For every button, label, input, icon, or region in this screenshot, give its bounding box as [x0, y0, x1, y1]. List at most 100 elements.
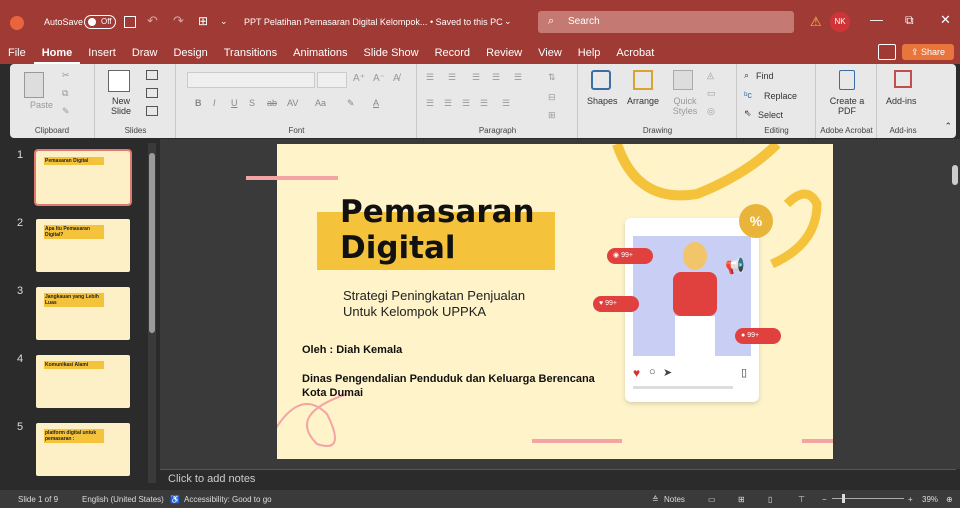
scroll-thumb[interactable]: [149, 153, 155, 333]
replace-icon[interactable]: ᵇc: [744, 90, 752, 100]
shapes-button[interactable]: Shapes: [587, 96, 618, 106]
author-text[interactable]: Oleh : Diah Kemala: [302, 344, 402, 356]
tab-design[interactable]: Design: [165, 44, 215, 64]
addins-icon[interactable]: [894, 70, 912, 88]
bold-button[interactable]: B: [195, 98, 202, 108]
highlight-icon[interactable]: ✎: [347, 98, 355, 109]
slide-thumbnail[interactable]: Jangkauan yang Lebih Luas: [36, 287, 130, 340]
restore-icon[interactable]: ⧉: [905, 13, 914, 28]
numbering-icon[interactable]: ☰: [448, 72, 456, 83]
smartart-icon[interactable]: ⊞: [548, 110, 556, 121]
copy-icon[interactable]: ⧉: [62, 88, 68, 99]
format-painter-icon[interactable]: ✎: [62, 106, 70, 117]
collapse-ribbon-icon[interactable]: ⌃: [944, 121, 952, 132]
find-icon[interactable]: ⌕: [744, 70, 749, 81]
clear-format-icon[interactable]: A̸: [393, 73, 400, 84]
pdf-icon[interactable]: [839, 70, 855, 90]
tab-draw[interactable]: Draw: [124, 44, 166, 64]
language[interactable]: English (United States): [82, 495, 164, 504]
paste-icon[interactable]: [24, 72, 44, 98]
slide-thumbnail[interactable]: platform digital untuk pemasaran :: [36, 423, 130, 476]
section-icon[interactable]: [146, 106, 158, 116]
align-left-icon[interactable]: ☰: [426, 98, 434, 109]
line-spacing-icon[interactable]: ☰: [514, 72, 522, 83]
slide-thumbnail[interactable]: Pemasaran Digital: [34, 149, 132, 206]
zoom-slider[interactable]: [832, 494, 904, 503]
slideshow-icon[interactable]: ⊤: [798, 495, 805, 504]
search-box[interactable]: ⌕ Search: [538, 11, 794, 33]
quick-styles-button[interactable]: Quick Styles: [667, 96, 703, 116]
tab-insert[interactable]: Insert: [80, 44, 124, 64]
minimize-icon[interactable]: —: [870, 12, 883, 27]
warning-icon[interactable]: ⚠: [810, 14, 822, 30]
tab-animations[interactable]: Animations: [285, 44, 355, 64]
accessibility-status[interactable]: Accessibility: Good to go: [184, 495, 272, 504]
decrease-font-icon[interactable]: A⁻: [373, 73, 385, 84]
slide-thumbnail[interactable]: Komunikasi Alami: [36, 355, 130, 408]
avatar[interactable]: NK: [830, 12, 850, 32]
canvas-scroll-thumb[interactable]: [952, 165, 958, 185]
canvas-scrollbar[interactable]: [950, 139, 960, 469]
comments-icon[interactable]: [878, 44, 896, 60]
case-button[interactable]: Aa: [315, 98, 326, 108]
font-size-select[interactable]: [317, 72, 347, 88]
share-button[interactable]: ⇪ Share: [902, 44, 954, 60]
reading-view-icon[interactable]: ▯: [768, 495, 772, 504]
new-slide-button[interactable]: New Slide: [106, 96, 136, 116]
tab-help[interactable]: Help: [570, 44, 609, 64]
cut-icon[interactable]: ✂: [62, 70, 70, 81]
shadow-button[interactable]: ab: [267, 98, 277, 108]
align-text-icon[interactable]: ⊟: [548, 92, 556, 103]
tab-transitions[interactable]: Transitions: [216, 44, 285, 64]
thumbnail-scrollbar[interactable]: [148, 143, 156, 483]
slide-title[interactable]: Pemasaran Digital: [340, 194, 535, 266]
slide-thumbnail[interactable]: Apa Itu Pemasaran Digital?: [36, 219, 130, 272]
zoom-out-icon[interactable]: −: [822, 495, 827, 504]
bullets-icon[interactable]: ☰: [426, 72, 434, 83]
slide-sorter-icon[interactable]: ⊞: [738, 495, 745, 504]
undo-icon[interactable]: ↶: [147, 13, 158, 29]
italic-button[interactable]: I: [213, 98, 216, 108]
autosave-toggle[interactable]: Off: [84, 15, 116, 29]
underline-button[interactable]: U: [231, 98, 238, 108]
notes-input[interactable]: Click to add notes: [160, 469, 956, 490]
tab-acrobat[interactable]: Acrobat: [608, 44, 662, 64]
tab-file[interactable]: File: [0, 44, 34, 64]
normal-view-icon[interactable]: ▭: [708, 495, 716, 504]
align-right-icon[interactable]: ☰: [462, 98, 470, 109]
tab-slide-show[interactable]: Slide Show: [356, 44, 427, 64]
shape-effects-icon[interactable]: ◎: [707, 106, 715, 117]
save-status[interactable]: • Saved to this PC: [430, 17, 503, 27]
select-button[interactable]: Select: [758, 110, 783, 120]
save-icon[interactable]: [124, 16, 136, 28]
justify-icon[interactable]: ☰: [480, 98, 488, 109]
current-slide[interactable]: Pemasaran Digital Strategi Peningkatan P…: [277, 144, 833, 459]
close-icon[interactable]: ✕: [940, 12, 951, 28]
tab-view[interactable]: View: [530, 44, 570, 64]
increase-font-icon[interactable]: A⁺: [353, 73, 365, 84]
reset-icon[interactable]: [146, 88, 158, 98]
redo-icon[interactable]: ↷: [173, 13, 184, 29]
layout-icon[interactable]: [146, 70, 158, 80]
addins-button[interactable]: Add-ins: [886, 96, 917, 106]
text-direction-icon[interactable]: ⇅: [548, 72, 556, 83]
notes-button[interactable]: Notes: [664, 495, 685, 504]
presentation-icon[interactable]: ⊞: [198, 14, 208, 28]
zoom-in-icon[interactable]: +: [908, 495, 913, 504]
find-button[interactable]: Find: [756, 71, 774, 81]
strike-button[interactable]: S: [249, 98, 255, 108]
columns-icon[interactable]: ☰: [502, 98, 510, 109]
outdent-icon[interactable]: ☰: [492, 72, 500, 83]
customize-icon[interactable]: ⌄: [220, 16, 228, 27]
shapes-icon[interactable]: [591, 70, 611, 90]
create-pdf-button[interactable]: Create a PDF: [829, 96, 865, 116]
shape-outline-icon[interactable]: ▭: [707, 88, 716, 99]
font-name-select[interactable]: [187, 72, 315, 88]
zoom-thumb[interactable]: [842, 494, 845, 503]
paste-button[interactable]: Paste: [30, 100, 53, 110]
shape-fill-icon[interactable]: ◬: [707, 70, 714, 81]
slide-subtitle[interactable]: Strategi Peningkatan Penjualan Untuk Kel…: [343, 288, 525, 320]
select-icon[interactable]: ⇖: [744, 108, 752, 119]
organization-text[interactable]: Dinas Pengendalian Penduduk dan Keluarga…: [302, 372, 595, 400]
align-center-icon[interactable]: ☰: [444, 98, 452, 109]
